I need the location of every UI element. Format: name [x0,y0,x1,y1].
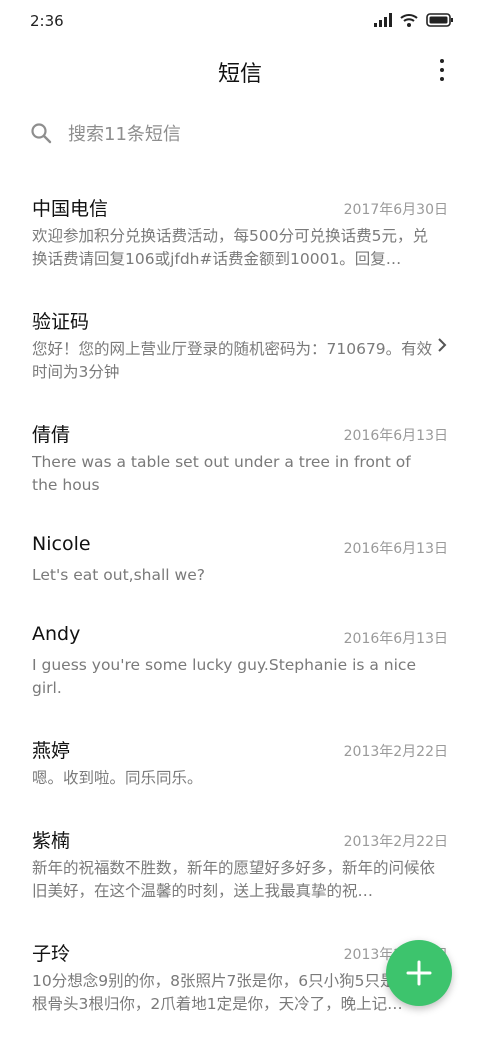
list-item[interactable]: Andy 2016年6月13日 I guess you're some luck… [0,609,480,722]
wifi-icon [400,14,418,27]
battery-icon [426,13,453,27]
contact-name: 紫楠 [32,830,71,852]
message-date: 2016年6月13日 [343,631,448,647]
message-date: 2017年6月30日 [343,202,448,218]
message-date: 2013年2月22日 [343,834,448,850]
contact-name: 燕婷 [32,740,71,762]
title-bar: 短信 [0,44,480,98]
message-preview: 新年的祝福数不胜数，新年的愿望好多好多，新年的问候依旧美好，在这个温馨的时刻，送… [32,859,436,900]
contact-name: 验证码 [32,311,90,333]
list-item[interactable]: 燕婷 2013年2月22日 嗯。收到啦。同乐同乐。 [0,722,480,812]
list-item[interactable]: 中国电信 2017年6月30日 欢迎参加积分兑换话费活动，每500分可兑换话费5… [0,180,480,293]
message-date: 2013年2月22日 [343,744,448,760]
message-preview: 您好！您的网上营业厅登录的随机密码为：710679。有效时间为3分钟 [32,340,433,381]
signal-icon [374,13,392,27]
message-preview: 嗯。收到啦。同乐同乐。 [32,769,203,787]
search-icon [31,123,52,144]
message-preview: Let's eat out,shall we? [32,566,205,584]
list-item[interactable]: 紫楠 2013年2月22日 新年的祝福数不胜数，新年的愿望好多好多，新年的问候依… [0,812,480,925]
contact-name: Nicole [32,533,91,555]
status-time: 2:36 [30,12,64,30]
contact-name: 中国电信 [32,198,109,220]
message-preview: There was a table set out under a tree i… [32,453,411,494]
message-preview: I guess you're some lucky guy.Stephanie … [32,656,416,697]
plus-icon [406,960,432,986]
search-bar[interactable]: 搜索11条短信 [30,116,450,150]
list-item[interactable]: 验证码 您好！您的网上营业厅登录的随机密码为：710679。有效时间为3分钟 [0,293,480,406]
chevron-right-icon [438,338,447,352]
status-bar: 2:36 [0,0,480,44]
list-item[interactable]: 倩倩 2016年6月13日 There was a table set out … [0,406,480,519]
search-placeholder: 搜索11条短信 [68,124,181,145]
contact-name: Andy [32,623,81,645]
contact-name: 倩倩 [32,424,71,446]
message-preview: 欢迎参加积分兑换话费活动，每500分可兑换话费5元，兑换话费请回复106或jfd… [32,227,428,268]
contact-name: 子玲 [32,943,71,965]
message-list: 中国电信 2017年6月30日 欢迎参加积分兑换话费活动，每500分可兑换话费5… [0,180,480,1038]
compose-button[interactable] [386,940,452,1006]
message-preview: 10分想念9别的你，8张照片7张是你，6只小狗5只是你，4根骨头3根归你，2爪着… [32,972,437,1013]
more-vert-icon[interactable] [432,56,452,84]
status-icons [374,13,454,27]
message-date: 2016年6月13日 [343,541,448,557]
list-item[interactable]: Nicole 2016年6月13日 Let's eat out,shall we… [0,519,480,609]
page-title: 短信 [217,62,262,87]
message-date: 2016年6月13日 [343,428,448,444]
